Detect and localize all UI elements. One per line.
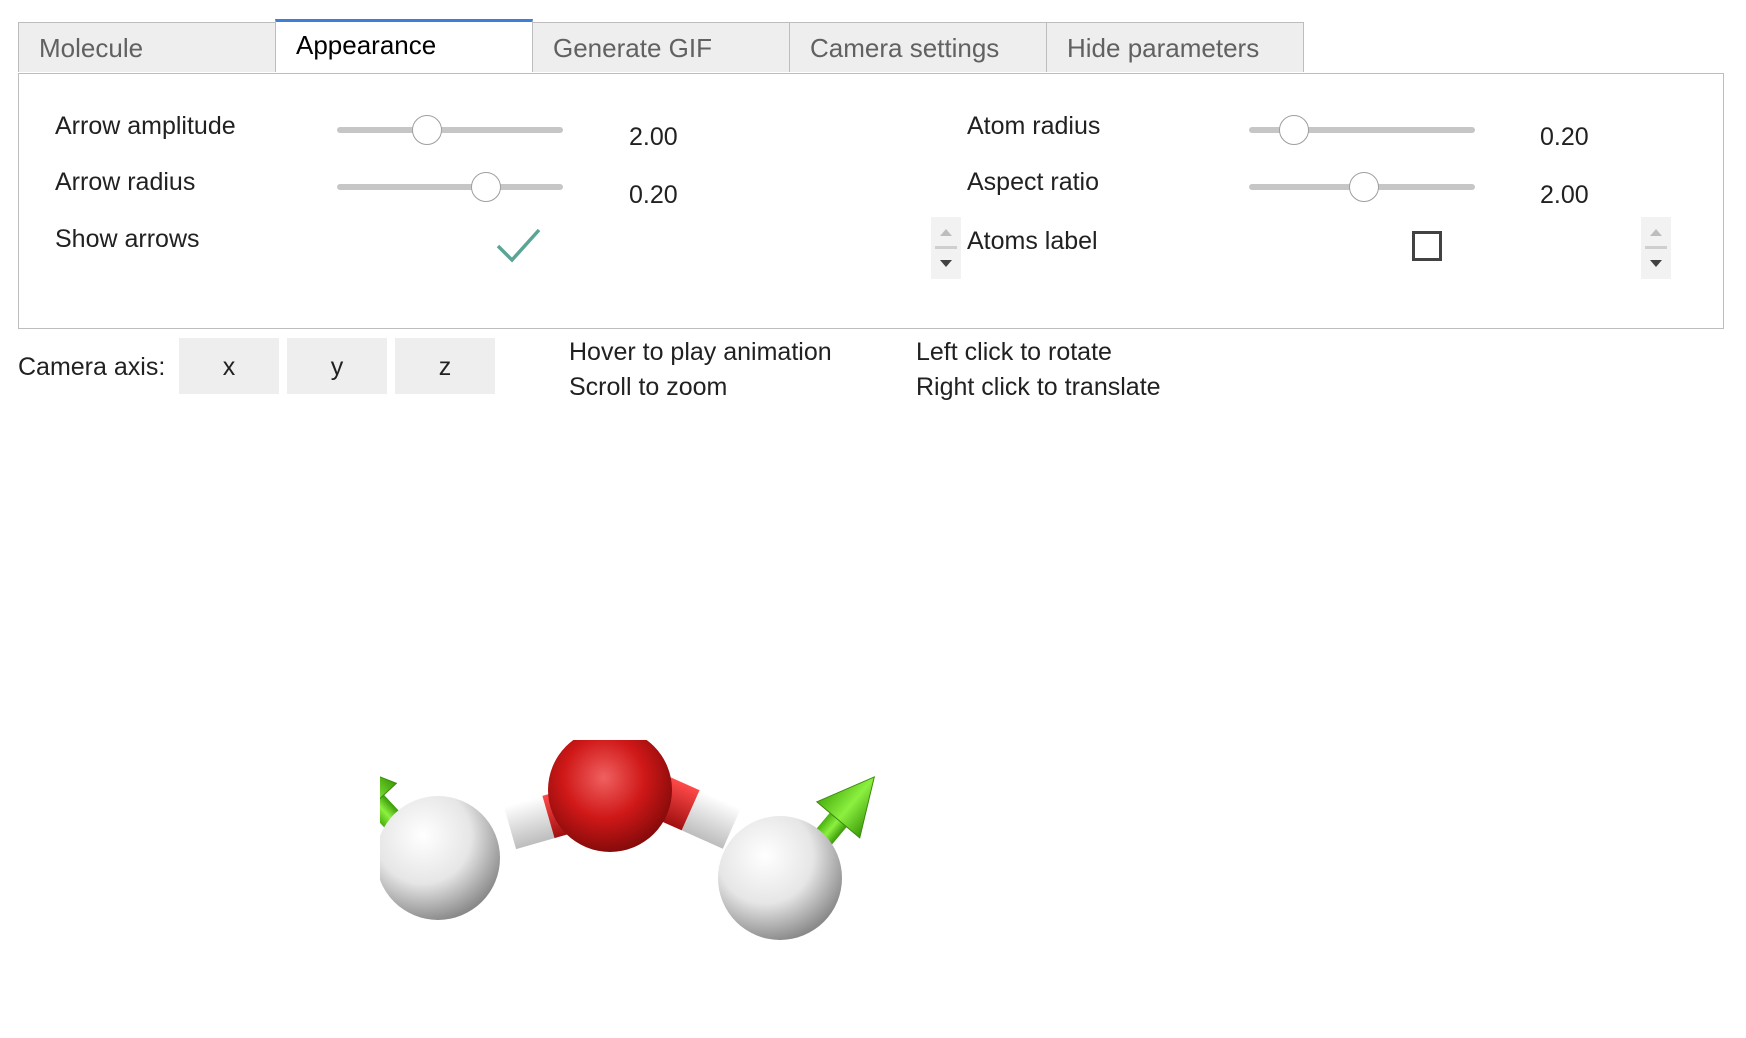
arrow-amplitude-label: Arrow amplitude bbox=[55, 112, 236, 140]
show-arrows-label: Show arrows bbox=[55, 225, 200, 253]
appearance-panel: Arrow amplitude 2.00 Arrow radius 0.20 S… bbox=[18, 73, 1724, 329]
arrow-amplitude-slider[interactable] bbox=[337, 115, 563, 145]
hydrogen-atom-right bbox=[718, 816, 842, 940]
tab-hide-parameters[interactable]: Hide parameters bbox=[1046, 22, 1304, 72]
oxygen-atom bbox=[548, 740, 672, 852]
scroll-down-icon[interactable] bbox=[940, 260, 952, 267]
molecule-viewer[interactable] bbox=[380, 740, 940, 1000]
camera-axis-z-button[interactable]: z bbox=[395, 338, 495, 394]
scroll-up-icon[interactable] bbox=[940, 229, 952, 236]
scroll-divider bbox=[935, 246, 957, 249]
atom-radius-label: Atom radius bbox=[967, 112, 1101, 140]
aspect-ratio-value: 2.00 bbox=[1540, 181, 1589, 209]
slider-track bbox=[337, 127, 563, 133]
arrow-radius-label: Arrow radius bbox=[55, 168, 196, 196]
hint-right-click: Right click to translate bbox=[916, 373, 1161, 401]
scroll-divider bbox=[1645, 246, 1667, 249]
scroll-down-icon[interactable] bbox=[1650, 260, 1662, 267]
hint-left-click: Left click to rotate bbox=[916, 338, 1112, 366]
atom-radius-slider[interactable] bbox=[1249, 115, 1475, 145]
show-arrows-checkmark-icon[interactable] bbox=[495, 226, 543, 266]
arrow-radius-slider[interactable] bbox=[337, 172, 563, 202]
slider-track bbox=[337, 184, 563, 190]
hint-hover: Hover to play animation bbox=[569, 338, 832, 366]
aspect-ratio-slider[interactable] bbox=[1249, 172, 1475, 202]
hydrogen-atom-left bbox=[380, 796, 500, 920]
slider-thumb[interactable] bbox=[471, 172, 502, 202]
tab-appearance[interactable]: Appearance bbox=[275, 19, 533, 72]
right-column-scroll-arrows[interactable] bbox=[1641, 217, 1671, 279]
atoms-label-checkbox[interactable] bbox=[1412, 231, 1442, 261]
arrow-radius-value: 0.20 bbox=[629, 181, 678, 209]
tab-camera-settings[interactable]: Camera settings bbox=[789, 22, 1047, 72]
atoms-label-label: Atoms label bbox=[967, 227, 1098, 255]
tab-molecule[interactable]: Molecule bbox=[18, 22, 276, 72]
slider-thumb[interactable] bbox=[1279, 115, 1310, 145]
slider-thumb[interactable] bbox=[412, 115, 443, 145]
tab-generate-gif[interactable]: Generate GIF bbox=[532, 22, 790, 72]
camera-axis-label: Camera axis: bbox=[18, 353, 166, 381]
camera-axis-y-button[interactable]: y bbox=[287, 338, 387, 394]
hint-scroll: Scroll to zoom bbox=[569, 373, 728, 401]
scroll-up-icon[interactable] bbox=[1650, 229, 1662, 236]
slider-thumb[interactable] bbox=[1349, 172, 1380, 202]
left-column-scroll-arrows[interactable] bbox=[931, 217, 961, 279]
atom-radius-value: 0.20 bbox=[1540, 123, 1589, 151]
aspect-ratio-label: Aspect ratio bbox=[967, 168, 1100, 196]
arrow-amplitude-value: 2.00 bbox=[629, 123, 678, 151]
camera-axis-x-button[interactable]: x bbox=[179, 338, 279, 394]
